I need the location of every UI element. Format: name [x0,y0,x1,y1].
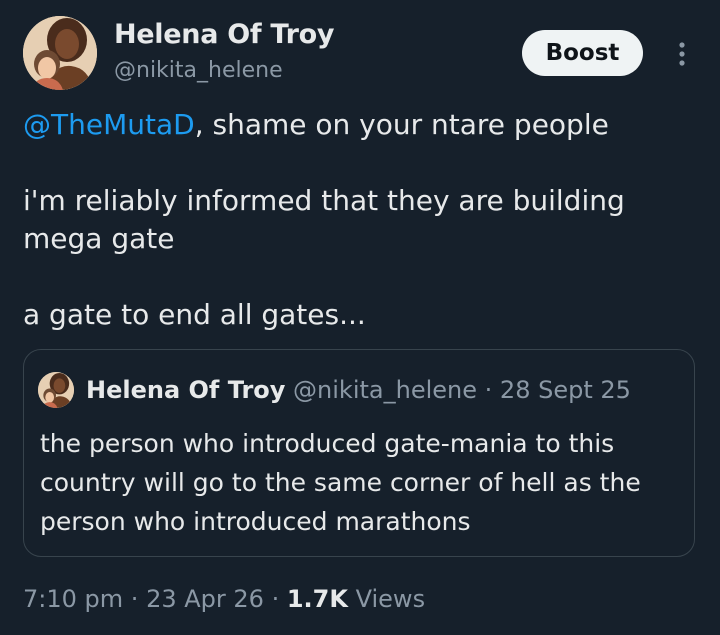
quoted-tweet[interactable]: Helena Of Troy @nikita_helene · 28 Sept … [23,349,695,557]
author-info: Helena Of Troy @nikita_helene [114,18,334,86]
mention-link[interactable]: @TheMutaD [23,108,195,141]
quoted-avatar [38,372,74,408]
author-name[interactable]: Helena Of Troy [114,18,334,52]
footer-separator-2: · [271,585,280,613]
quoted-author-name: Helena Of Troy [86,376,286,404]
quoted-author-handle: @nikita_helene [293,376,477,404]
quoted-header: Helena Of Troy @nikita_helene · 28 Sept … [86,372,631,408]
views-count: 1.7K [286,585,348,613]
quoted-separator: · [484,376,493,404]
quoted-text: the person who introduced gate-mania to … [40,429,641,536]
quoted-date: 28 Sept 25 [499,376,631,404]
views-label: Views [355,585,426,613]
tweet-text: @TheMutaD, shame on your ntare people i'… [23,106,683,334]
tweet-text-line-1: , shame on your ntare people [194,108,609,141]
footer-separator-1: · [130,585,139,613]
tweet-footer: 7:10 pm · 23 Apr 26 · 1.7K Views [23,582,425,616]
tweet-text-line-3: a gate to end all gates... [23,298,366,331]
avatar[interactable] [23,16,97,90]
author-handle[interactable]: @nikita_helene [114,56,334,86]
post-time[interactable]: 7:10 pm [23,585,123,613]
boost-button[interactable]: Boost [522,30,643,76]
tweet-text-line-2: i'm reliably informed that they are buil… [23,184,625,255]
more-vertical-icon[interactable] [672,40,692,68]
post-date[interactable]: 23 Apr 26 [146,585,264,613]
